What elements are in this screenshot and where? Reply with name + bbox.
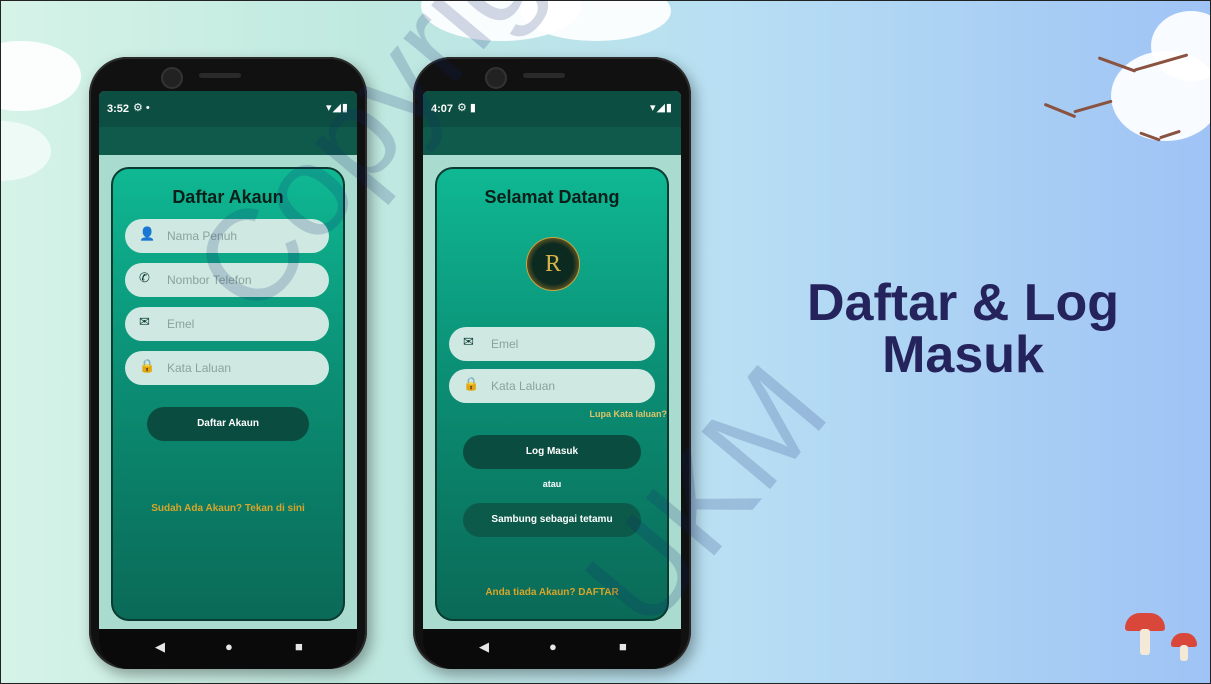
slide-headline: Daftar & Log Masuk (743, 277, 1183, 381)
mail-icon: ✉ (139, 314, 150, 329)
headline-line-1: Daftar & Log (807, 274, 1119, 332)
status-time: 3:52 (107, 103, 130, 115)
mushroom-stem (1140, 629, 1150, 655)
email-field[interactable]: ✉ Emel (449, 327, 655, 361)
nav-bar: ◀ ● ■ (99, 629, 357, 669)
password-placeholder: Kata Laluan (167, 361, 232, 375)
home-icon[interactable]: ● (549, 639, 557, 654)
app-bar (423, 127, 681, 155)
bird-icon (1043, 102, 1077, 119)
phone-icon: ✆ (139, 270, 150, 285)
forgot-password-link[interactable]: Lupa Kata laluan? (589, 409, 667, 419)
recents-icon[interactable]: ■ (295, 639, 303, 654)
mushroom-stem (1180, 645, 1188, 661)
cloud-left-mid (1, 121, 51, 181)
email-placeholder: Emel (167, 317, 195, 331)
password-field[interactable]: 🔒 Kata Laluan (449, 369, 655, 403)
back-icon[interactable]: ◀ (155, 639, 165, 655)
person-icon: 👤 (139, 226, 156, 241)
register-button[interactable]: Daftar Akaun (147, 407, 309, 441)
slide: 3:52 ⚙ • ▾◢▮ Daftar Akaun 👤 Nama Penuh ✆… (0, 0, 1211, 684)
logo: R (526, 237, 580, 291)
cloud-top-left (1, 41, 81, 111)
login-button[interactable]: Log Masuk (463, 435, 641, 469)
lock-icon: 🔒 (463, 376, 480, 391)
recents-icon[interactable]: ■ (619, 639, 627, 654)
lock-icon: 🔒 (139, 358, 156, 373)
camera-icon (161, 67, 183, 89)
speaker-grille (523, 73, 565, 78)
email-placeholder: Emel (491, 337, 519, 351)
password-placeholder: Kata Laluan (491, 379, 556, 393)
speaker-grille (199, 73, 241, 78)
settings-icon: ⚙ • (133, 102, 150, 114)
home-icon[interactable]: ● (225, 639, 233, 654)
login-link[interactable]: Sudah Ada Akaun? Tekan di sini (113, 503, 343, 514)
back-icon[interactable]: ◀ (479, 639, 489, 655)
signal-battery-icon: ▾◢▮ (649, 102, 673, 114)
mail-icon: ✉ (463, 334, 474, 349)
nav-bar: ◀ ● ■ (423, 629, 681, 669)
headline-line-2: Masuk (882, 326, 1044, 384)
card-title: Selamat Datang (484, 187, 620, 207)
password-field[interactable]: 🔒 Kata Laluan (125, 351, 329, 385)
bird-icon (1073, 99, 1113, 114)
logo-text: R (544, 251, 561, 277)
